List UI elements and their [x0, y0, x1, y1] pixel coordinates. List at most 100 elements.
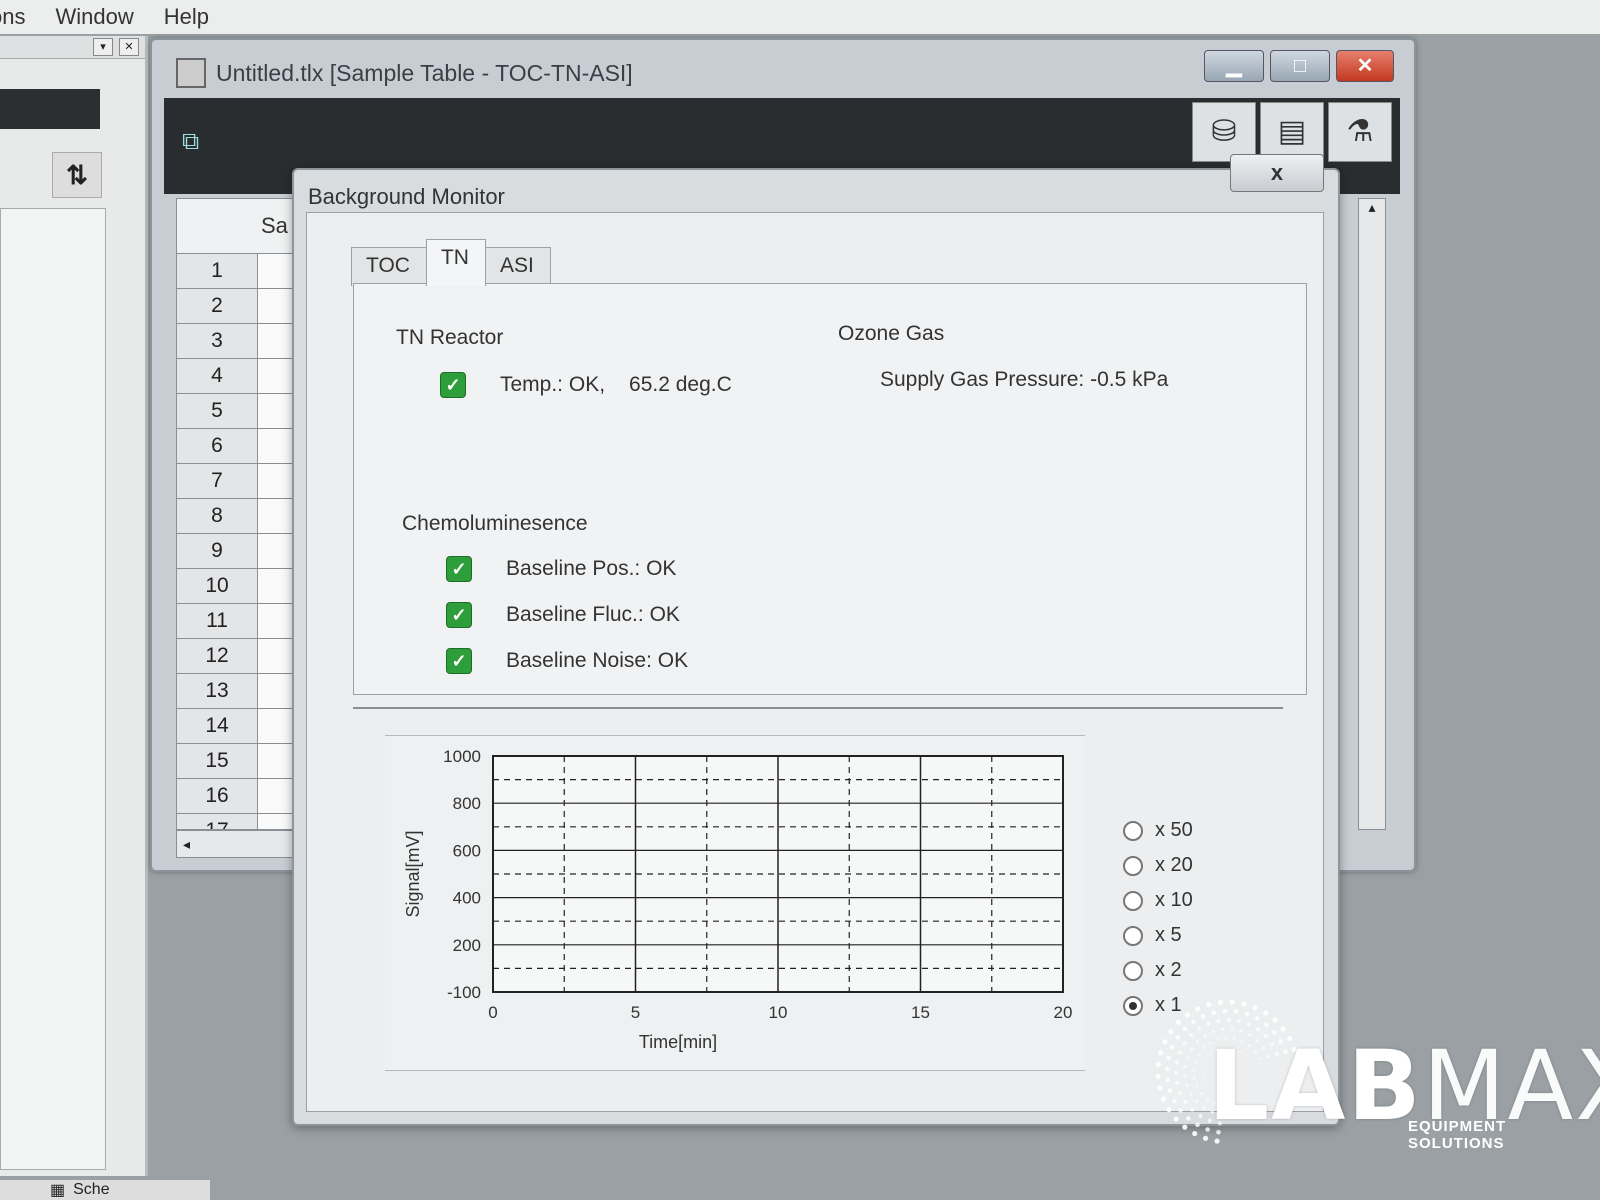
schedule-tab-label: Sche	[73, 1181, 110, 1198]
window-title: Untitled.tlx [Sample Table - TOC-TN-ASI]	[176, 58, 633, 88]
scroll-up-icon[interactable]: ▴	[1359, 199, 1385, 216]
row-number[interactable]: 4	[177, 359, 258, 393]
monitor-icon: ▤	[1277, 115, 1307, 148]
y-tick-label: 200	[453, 936, 481, 955]
row-number[interactable]: 13	[177, 674, 258, 708]
logo-dot	[1191, 1019, 1196, 1025]
row-number[interactable]: 11	[177, 604, 258, 638]
window-title-text: Untitled.tlx [Sample Table - TOC-TN-ASI]	[216, 59, 633, 86]
minimize-button[interactable]: ▁	[1204, 50, 1264, 82]
logo-dot	[1175, 1035, 1181, 1040]
row-number[interactable]: 17	[177, 814, 258, 829]
logo-dot	[1182, 1124, 1188, 1130]
scale-option[interactable]: x 50	[1123, 813, 1193, 848]
row-number[interactable]: 14	[177, 709, 258, 743]
radio-button[interactable]	[1123, 995, 1143, 1016]
dropdown-icon[interactable]: ▾	[93, 38, 113, 56]
logo-dot	[1197, 1053, 1201, 1056]
autosampler-button[interactable]: ⛁	[1192, 102, 1256, 162]
maximize-button[interactable]: □	[1270, 50, 1330, 82]
row-number[interactable]: 12	[177, 639, 258, 673]
logo-dot	[1222, 1008, 1228, 1014]
logo-dot	[1195, 1039, 1200, 1044]
logo-dot	[1200, 1013, 1206, 1019]
radio-button[interactable]	[1123, 960, 1143, 981]
dialog-title: Background Monitor	[308, 184, 505, 209]
logo-dot	[1166, 1055, 1171, 1061]
logo-dot	[1164, 1066, 1170, 1072]
column-header-sample[interactable]: Sa	[261, 213, 288, 239]
close-window-button[interactable]: ✕	[1336, 50, 1394, 82]
row-number[interactable]: 1	[177, 254, 258, 288]
row-number[interactable]: 10	[177, 569, 258, 603]
app-menubar: ons Window Help	[0, 0, 1600, 34]
row-number[interactable]: 8	[177, 499, 258, 533]
app-icon	[176, 58, 206, 88]
menu-help[interactable]: Help	[160, 2, 213, 32]
sort-button[interactable]: ⇅	[52, 152, 102, 198]
logo-dot	[1241, 1001, 1247, 1007]
radio-button[interactable]	[1123, 890, 1143, 911]
logo-dot	[1195, 1122, 1200, 1128]
tab-tn[interactable]: TN	[425, 239, 486, 286]
radio-button[interactable]	[1123, 820, 1143, 841]
scale-option[interactable]: x 20	[1123, 848, 1193, 883]
panel-separator	[353, 707, 1283, 709]
scroll-left-icon[interactable]: ◂	[183, 836, 190, 852]
menu-options[interactable]: ons	[0, 2, 29, 32]
labmax-watermark: LABMAX EQUIPMENT SOLUTIONS	[1148, 990, 1600, 1152]
background-monitor-dialog: Background Monitor x TOC TN ASI TN React…	[292, 154, 1340, 1126]
scale-option-label: x 10	[1155, 889, 1193, 911]
ok-check-icon: ✓	[446, 648, 472, 674]
row-number[interactable]: 7	[177, 464, 258, 498]
logo-dot	[1200, 1091, 1203, 1095]
menu-window[interactable]: Window	[51, 2, 137, 32]
logo-dot	[1202, 1046, 1206, 1050]
connection-icon[interactable]: ⧉	[182, 128, 222, 164]
row-number[interactable]: 3	[177, 324, 258, 358]
row-number[interactable]: 5	[177, 394, 258, 428]
logo-dot	[1193, 1077, 1197, 1080]
y-tick-label: 800	[453, 794, 481, 813]
temp-status: Temp.: OK,	[500, 373, 606, 396]
logo-dot	[1195, 1084, 1199, 1088]
radio-button[interactable]	[1123, 855, 1143, 876]
logo-dot	[1252, 1004, 1258, 1011]
row-number[interactable]: 15	[177, 744, 258, 778]
supply-gas-pressure: Supply Gas Pressure: -0.5 kPa	[880, 368, 1169, 391]
logo-dot	[1206, 1002, 1212, 1008]
row-number[interactable]: 9	[177, 534, 258, 568]
logo-dot	[1198, 1114, 1203, 1119]
scale-option[interactable]: x 10	[1123, 883, 1193, 918]
dialog-close-button[interactable]: x	[1230, 154, 1324, 192]
scale-option-label: x 2	[1155, 959, 1182, 981]
row-number[interactable]: 16	[177, 779, 258, 813]
monitor-button[interactable]: ▤	[1260, 102, 1324, 162]
logo-dot	[1264, 1022, 1269, 1027]
logo-dot	[1205, 1058, 1208, 1061]
autosampler-icon: ⛁	[1211, 115, 1237, 148]
scale-option[interactable]: x 5	[1123, 918, 1193, 953]
row-number[interactable]: 6	[177, 429, 258, 463]
tab-asi[interactable]: ASI	[484, 247, 551, 286]
tab-toc[interactable]: TOC	[351, 247, 427, 286]
logo-dot	[1182, 1026, 1188, 1032]
row-number[interactable]: 2	[177, 289, 258, 323]
logo-dot	[1217, 999, 1224, 1006]
temp-value: 65.2 deg.C	[629, 373, 732, 396]
radio-button[interactable]	[1123, 925, 1143, 946]
signal-chart: 1000 800 600 400 200 -100 0 5 10 15 20 Time[min] Sig…	[385, 735, 1085, 1071]
vertical-scrollbar[interactable]: ▴	[1358, 198, 1386, 830]
x-tick-label: 5	[631, 1003, 640, 1022]
logo-dot	[1197, 1026, 1202, 1031]
close-icon[interactable]: ✕	[119, 38, 139, 56]
minimize-icon: ▁	[1226, 55, 1242, 77]
instrument-button[interactable]: ⚗	[1328, 102, 1392, 162]
left-status-tab[interactable]: ▦ Sche	[0, 1180, 210, 1200]
logo-dot	[1263, 1010, 1269, 1016]
scale-option[interactable]: x 2	[1123, 953, 1193, 988]
logo-dot	[1160, 1096, 1167, 1102]
left-panel-list[interactable]	[0, 208, 106, 1170]
ozone-gas-title: Ozone Gas	[838, 322, 945, 345]
ok-check-icon: ✓	[446, 556, 472, 582]
